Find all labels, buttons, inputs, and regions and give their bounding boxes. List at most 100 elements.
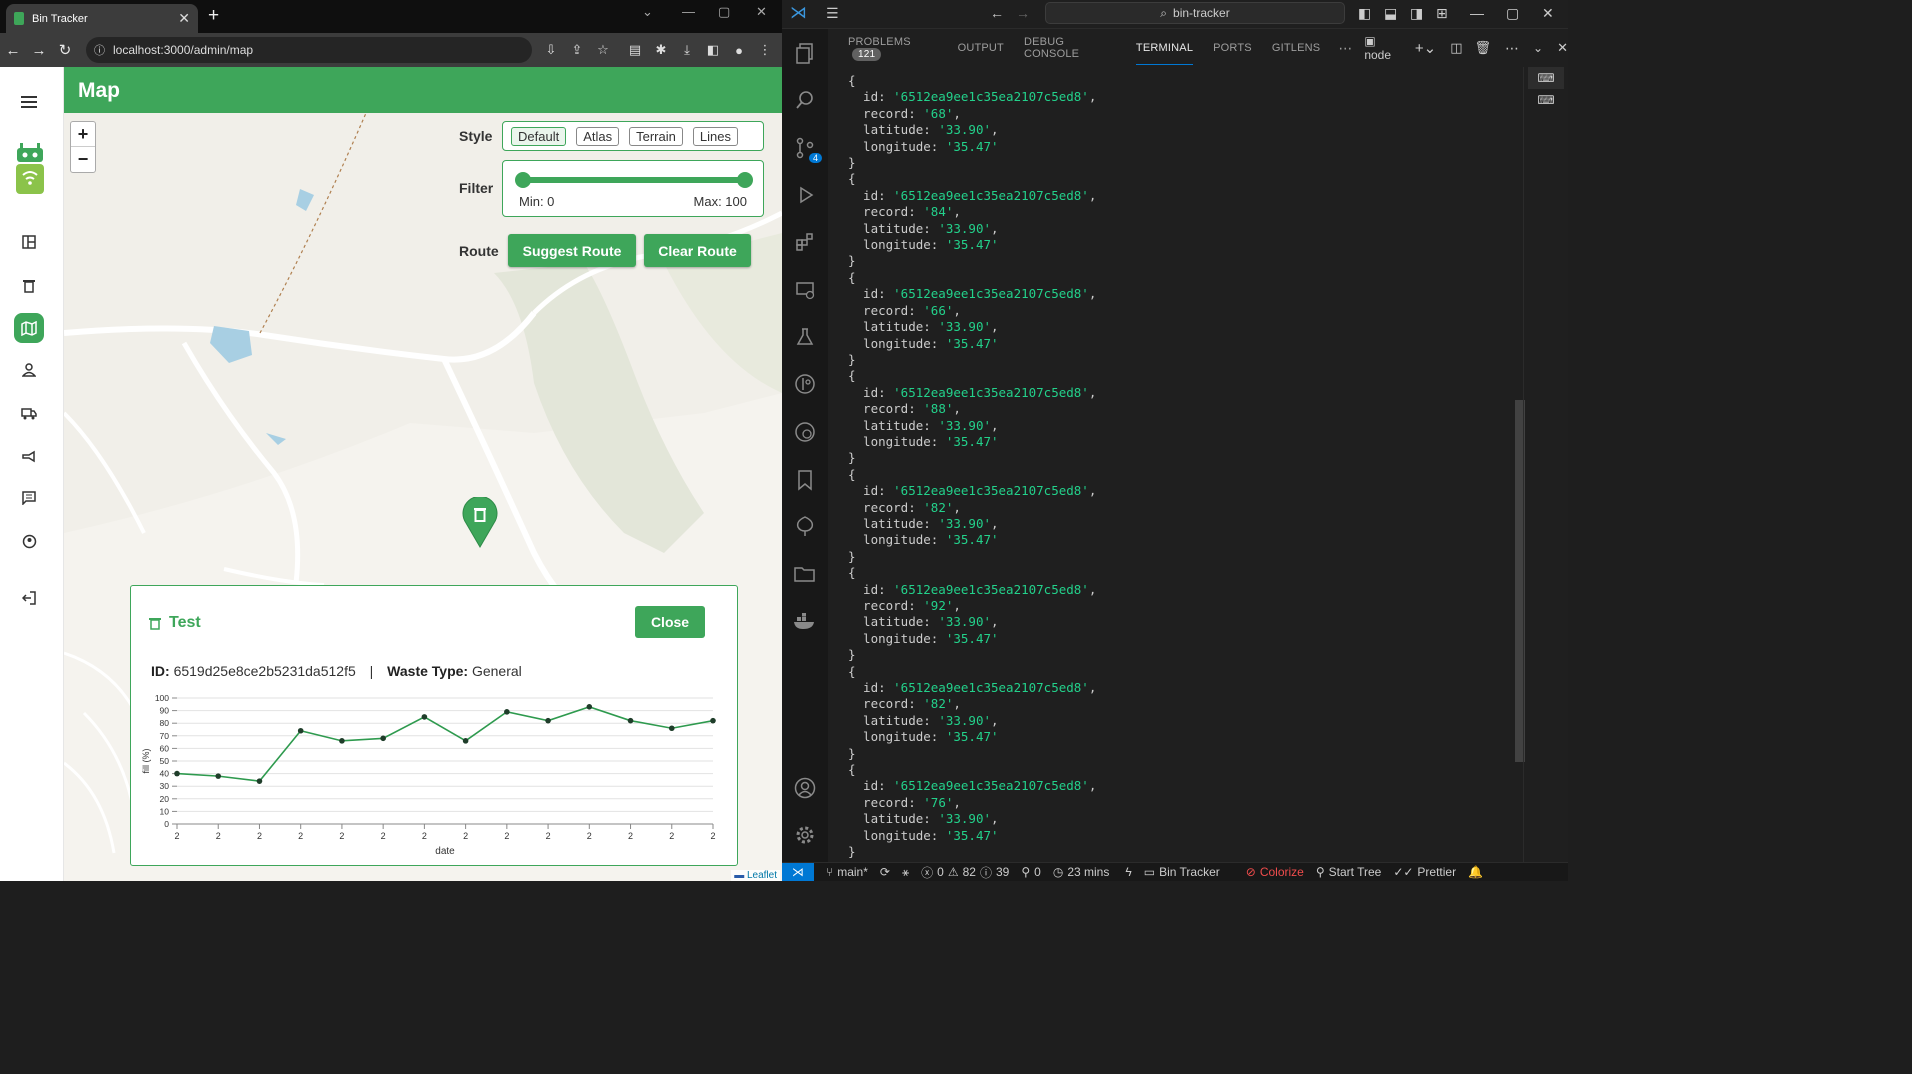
menu-kebab-icon[interactable]: ⋮ [752, 42, 778, 58]
style-default-button[interactable]: Default [511, 126, 567, 146]
problems-status[interactable]: ⓧ 0 ⚠ 82 ⓘ 39 [921, 864, 1009, 881]
tab-terminal[interactable]: TERMINAL [1135, 32, 1194, 65]
gitlens-inspect-icon[interactable] [792, 419, 818, 445]
back-icon[interactable]: ← [0, 42, 26, 59]
gitlens-icon[interactable] [792, 371, 818, 397]
range-slider-track[interactable] [515, 172, 753, 188]
split-terminal-icon[interactable]: ◫ [1450, 40, 1462, 56]
prettier-status[interactable]: ✓✓ Prettier [1393, 865, 1456, 879]
style-lines-button[interactable]: Lines [692, 126, 738, 146]
profile-avatar[interactable]: ● [726, 43, 752, 58]
folder-icon[interactable] [792, 561, 818, 587]
new-tab-button[interactable]: + [208, 5, 219, 27]
new-terminal-icon[interactable]: +⌄ [1415, 39, 1436, 57]
settings-gear-icon[interactable] [792, 822, 818, 848]
tab-gitlens[interactable]: GITLENS [1272, 32, 1320, 64]
style-atlas-button[interactable]: Atlas [576, 126, 620, 146]
address-bar[interactable]: ⓘ localhost:3000/admin/map [86, 37, 532, 63]
close-panel-icon[interactable]: ✕ [1557, 40, 1568, 56]
tab-output[interactable]: OUTPUT [958, 32, 1004, 64]
remote-indicator-icon[interactable]: ⋊ [782, 862, 814, 881]
lightning-icon[interactable]: ϟ [1125, 865, 1131, 879]
side-panel-icon[interactable]: ◧ [700, 42, 726, 58]
account-circle-icon[interactable] [14, 526, 44, 556]
colorize-status[interactable]: ⊘ Colorize [1246, 865, 1304, 879]
slider-max-handle[interactable] [737, 172, 753, 188]
close-window-button[interactable]: ✕ [1542, 5, 1554, 22]
docker-icon[interactable] [792, 609, 818, 635]
truck-icon[interactable] [14, 398, 44, 428]
run-debug-icon[interactable] [792, 182, 818, 208]
toggle-panel-icon[interactable]: ⬓ [1384, 5, 1397, 22]
puzzle-icon[interactable]: ✱ [648, 42, 674, 58]
reload-icon[interactable]: ↻ [52, 41, 78, 59]
leaflet-attribution[interactable]: ▬ Leaflet [731, 870, 780, 881]
toggle-sidebar-icon[interactable]: ◧ [1358, 5, 1371, 22]
megaphone-icon[interactable] [14, 441, 44, 471]
site-info-icon[interactable]: ⓘ [94, 42, 105, 58]
git-graph-icon[interactable]: ⚹ [902, 865, 909, 880]
extension-icon[interactable]: ▤ [622, 42, 648, 58]
remote-explorer-icon[interactable] [792, 277, 818, 303]
panel-more-icon[interactable]: ⋯ [1505, 40, 1519, 57]
slider-min-handle[interactable] [515, 172, 531, 188]
forward-icon[interactable]: → [1016, 5, 1030, 21]
user-icon[interactable] [14, 355, 44, 385]
sync-icon[interactable]: ⟳ [880, 865, 890, 879]
more-actions-icon[interactable]: ⋯ [1338, 40, 1352, 57]
dashboard-icon[interactable] [14, 227, 44, 257]
minimize-button[interactable]: — [1470, 5, 1484, 21]
maximize-panel-icon[interactable]: ⌄ [1533, 41, 1543, 55]
ports-status[interactable]: ⚲ 0 [1021, 865, 1040, 879]
map-icon[interactable] [14, 313, 44, 343]
terminal-selector[interactable]: ▣ node [1364, 34, 1403, 62]
downloads-icon[interactable]: ⤓ [674, 42, 700, 58]
terminal-instance-icon[interactable]: ⌨ [1528, 89, 1564, 111]
close-tab-icon[interactable]: ✕ [178, 10, 190, 27]
project-name[interactable]: ▭ Bin Tracker [1144, 865, 1220, 879]
terminal-output[interactable]: { id: '6512ea9ee1c35ea2107c5ed8', record… [828, 67, 1518, 862]
customize-layout-icon[interactable]: ⊞ [1436, 5, 1448, 22]
style-terrain-button[interactable]: Terrain [629, 126, 683, 146]
maximize-button[interactable]: ▢ [718, 4, 730, 20]
back-icon[interactable]: ← [990, 5, 1004, 21]
zoom-out-button[interactable]: − [71, 147, 95, 172]
notifications-bell-icon[interactable]: 🔔 [1468, 865, 1483, 879]
logout-icon[interactable] [14, 583, 44, 613]
toggle-secondary-sidebar-icon[interactable]: ◨ [1410, 5, 1423, 22]
map-view[interactable]: + − Style Default Atlas Terrain Lines Fi… [64, 113, 782, 881]
chat-icon[interactable] [14, 483, 44, 513]
explorer-icon[interactable] [792, 41, 818, 67]
terminal-instance-icon[interactable]: ⌨ [1528, 67, 1564, 89]
tree-icon[interactable] [792, 513, 818, 539]
hamburger-menu-icon[interactable] [14, 87, 44, 117]
minimize-button[interactable]: — [682, 4, 695, 19]
bookmark-star-icon[interactable]: ☆ [590, 42, 616, 58]
menu-icon[interactable]: ☰ [826, 5, 839, 22]
time-tracker[interactable]: ◷ 23 mins [1053, 865, 1110, 879]
bin-marker[interactable] [462, 495, 498, 554]
accounts-icon[interactable] [792, 775, 818, 801]
command-center-search[interactable]: ⌕ bin-tracker [1045, 2, 1345, 24]
install-icon[interactable]: ⇩ [538, 42, 564, 58]
source-control-icon[interactable]: 4 [792, 135, 822, 163]
tab-ports[interactable]: PORTS [1213, 32, 1252, 64]
search-icon[interactable] [792, 87, 818, 113]
browser-tab[interactable]: Bin Tracker ✕ [6, 4, 198, 33]
start-tree-status[interactable]: ⚲ Start Tree [1316, 865, 1381, 879]
testing-icon[interactable] [792, 324, 818, 350]
tab-debug-console[interactable]: DEBUG CONSOLE [1024, 26, 1116, 70]
suggest-route-button[interactable]: Suggest Route [508, 234, 636, 267]
share-icon[interactable]: ⇪ [564, 42, 590, 58]
clear-route-button[interactable]: Clear Route [644, 234, 751, 267]
trash-bin-icon[interactable] [14, 270, 44, 300]
kill-terminal-icon[interactable]: 🗑 [1475, 40, 1492, 56]
forward-icon[interactable]: → [26, 42, 52, 59]
maximize-button[interactable]: ▢ [1506, 5, 1519, 22]
bookmarks-icon[interactable] [792, 467, 818, 493]
extensions-icon[interactable] [792, 229, 818, 255]
close-window-button[interactable]: ✕ [756, 4, 767, 20]
tab-search-icon[interactable]: ⌄ [642, 4, 653, 20]
tab-problems[interactable]: PROBLEMS121 [848, 26, 938, 71]
zoom-in-button[interactable]: + [71, 122, 95, 147]
